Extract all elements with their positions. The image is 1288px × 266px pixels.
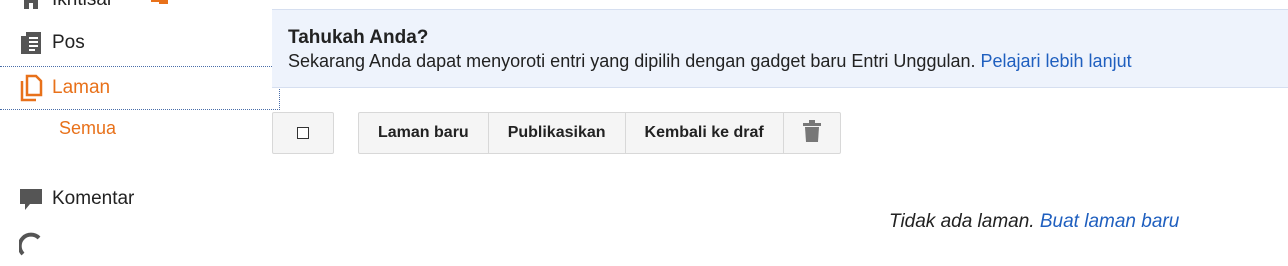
sidebar-item-overview[interactable]: Ikhtisar [0,0,280,22]
pages-icon [17,74,45,102]
stats-icon [17,230,45,258]
sidebar-item-pages[interactable]: Laman [0,66,280,110]
new-page-button[interactable]: Laman baru [359,113,489,153]
publish-button[interactable]: Publikasikan [489,113,626,153]
banner-text: Sekarang Anda dapat menyoroti entri yang… [288,51,976,71]
sidebar-subitem-all[interactable]: Semua [59,118,116,139]
banner-text-row: Sekarang Anda dapat menyoroti entri yang… [288,51,1132,72]
empty-state: Tidak ada laman. Buat laman baru [889,211,1179,233]
sidebar-item-label: Laman [52,77,111,98]
sidebar: Ikhtisar Pos Laman Semua [0,0,280,256]
learn-more-link[interactable]: Pelajari lebih lanjut [981,51,1132,71]
toolbar: Laman baru Publikasikan Kembali ke draf [358,112,841,154]
sidebar-item-label: Komentar [52,188,135,209]
posts-icon [17,29,45,57]
sidebar-item-next[interactable] [0,222,280,266]
banner-title: Tahukah Anda? [288,27,429,48]
delete-button[interactable] [784,113,840,153]
sidebar-item-label: Ikhtisar [52,0,113,11]
create-page-link[interactable]: Buat laman baru [1040,211,1179,232]
home-icon [17,0,45,14]
comment-icon [17,185,45,213]
sidebar-item-comments[interactable]: Komentar [0,177,280,221]
select-all-checkbox[interactable] [297,127,309,139]
empty-text: Tidak ada laman. [889,211,1035,232]
stats-icon [150,0,170,6]
info-banner: Tahukah Anda? Sekarang Anda dapat menyor… [272,9,1288,88]
trash-icon [802,119,821,147]
select-all-button[interactable] [272,112,334,154]
sidebar-item-posts[interactable]: Pos [0,21,280,65]
revert-to-draft-button[interactable]: Kembali ke draf [626,113,784,153]
sidebar-item-label: Pos [52,32,85,53]
